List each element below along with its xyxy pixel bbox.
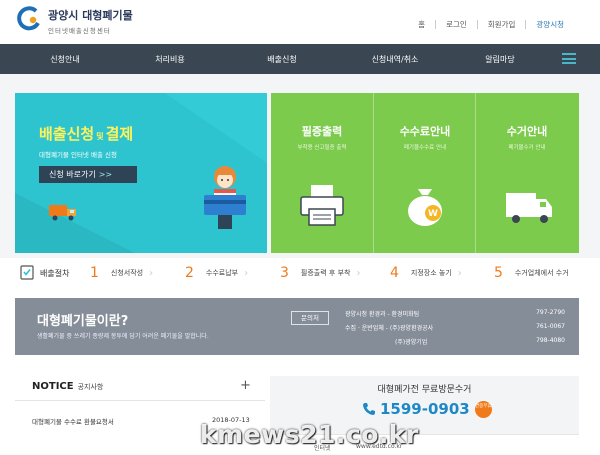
contact-row: 광양시청 환경과 - 환경미화팀 797-2790	[345, 309, 565, 318]
collection-card[interactable]: 수거안내 폐기물수거 안내	[475, 93, 577, 253]
truck-icon	[506, 193, 552, 223]
printer-icon	[300, 185, 344, 226]
info-banner: 대형폐기물이란? 생활폐기물 중 쓰레기 종량제 봉투에 담기 어려운 폐기물을…	[15, 298, 579, 355]
logo-text[interactable]: 광양시 대형폐기물 인터넷배출신청센터	[48, 7, 133, 35]
coin-bag-icon: W	[408, 189, 442, 226]
contact-row: 수집 · 운반업체 - (주)광양환경공사 761-0067	[345, 323, 565, 332]
print-card[interactable]: 필증출력 부착용 신고필증 출력	[271, 93, 373, 253]
step-2: 2 수수료납부 ›	[185, 265, 249, 281]
nav-item-apply[interactable]: 배출신청	[242, 54, 322, 65]
svg-text:W: W	[428, 209, 438, 219]
service-cards: 필증출력 부착용 신고필증 출력 수수료안내 폐기물수수료 안내 W 수거안내 …	[271, 93, 579, 253]
free-pickup-title: 대형폐가전 무료방문수거	[377, 385, 472, 395]
logo-subtitle: 인터넷배출신청센터	[48, 27, 111, 35]
hero-section: 배출신청 및 결제 대형폐기물 인터넷 배출 신청 신청 바로가기 >> 필증출력 부…	[0, 74, 600, 258]
girl-with-card-illustration	[204, 166, 246, 229]
fee-card[interactable]: 수수료안내 폐기물수수료 안내 W	[373, 93, 475, 253]
process-label: 배출절차	[40, 269, 70, 278]
menu-icon[interactable]	[562, 53, 576, 64]
nav-item-guide[interactable]: 신청안내	[25, 54, 105, 65]
site-header: 광양시 대형폐기물 인터넷배출신청센터 홈 로그인 회원가입 광양시청	[0, 0, 600, 44]
print-card-title: 필증출력	[301, 125, 343, 138]
notice-divider	[15, 400, 265, 401]
logo-icon[interactable]	[16, 6, 42, 32]
notice-more-button[interactable]: +	[240, 378, 251, 393]
contact-list: 광양시청 환경과 - 환경미화팀 797-2790 수집 · 운반업체 - (주)…	[345, 309, 565, 351]
notice-item-title[interactable]: 대형폐기물 수수료 환불요청서	[32, 416, 114, 426]
year-round-badge: 연중무휴	[474, 400, 492, 418]
login-link[interactable]: 로그인	[435, 20, 477, 29]
print-card-sub: 부착용 신고필증 출력	[297, 145, 347, 151]
phone-icon	[363, 403, 375, 415]
util-links: 홈 로그인 회원가입 광양시청	[408, 20, 574, 29]
main-nav: 신청안내 처리비용 배출신청 신청내역/취소 알림마당	[0, 44, 600, 74]
apply-desc: 대형폐기물 인터넷 배출 신청	[39, 151, 117, 159]
contact-label: 문의처	[291, 311, 329, 325]
nav-item-notice[interactable]: 알림마당	[460, 54, 540, 65]
pickup-phone[interactable]: 1599-0903 연중무휴	[362, 400, 492, 418]
apply-title: 배출신청 및 결제	[39, 125, 134, 143]
collection-card-title: 수거안내	[506, 125, 548, 138]
signup-link[interactable]: 회원가입	[476, 20, 526, 29]
info-desc: 생활폐기물 중 쓰레기 종량제 봉투에 담기 어려운 폐기물을 말합니다.	[37, 333, 209, 340]
watermark-text: kmews21.co.kr	[200, 420, 419, 449]
apply-shortcut-button[interactable]: 신청 바로가기 >>	[39, 166, 137, 183]
city-hall-link[interactable]: 광양시청	[525, 20, 574, 29]
info-title: 대형폐기물이란?	[37, 314, 129, 329]
step-3: 3 필증출력 후 부착 ›	[280, 265, 361, 281]
notice-heading: NOTICE 공지사항	[32, 381, 104, 392]
step-5: 5 수거업체에서 수거	[494, 265, 569, 281]
fee-card-title: 수수료안내	[399, 125, 451, 138]
home-link[interactable]: 홈	[408, 20, 435, 29]
truck-icon	[49, 205, 76, 221]
fee-card-sub: 폐기물수수료 안내	[403, 145, 447, 151]
apply-banner[interactable]: 배출신청 및 결제 대형폐기물 인터넷 배출 신청 신청 바로가기 >>	[15, 93, 267, 253]
collection-card-sub: 폐기물수거 안내	[508, 145, 546, 151]
logo-title: 광양시 대형폐기물	[48, 9, 133, 22]
nav-item-cost[interactable]: 처리비용	[130, 54, 210, 65]
phone-number: 1599-0903	[380, 400, 470, 418]
step-4: 4 지정장소 놓기 ›	[390, 265, 462, 281]
process-steps: 배출절차 1 신청서작성 › 2 수수료납부 › 3 필증출력 후 부착 › 4 지정장소 놓…	[0, 258, 600, 288]
step-1: 1 신청서작성 ›	[90, 265, 154, 281]
contact-row: (주)광양기업 798-4080	[395, 337, 565, 346]
checklist-icon	[20, 265, 34, 280]
nav-item-history[interactable]: 신청내역/취소	[350, 54, 440, 65]
